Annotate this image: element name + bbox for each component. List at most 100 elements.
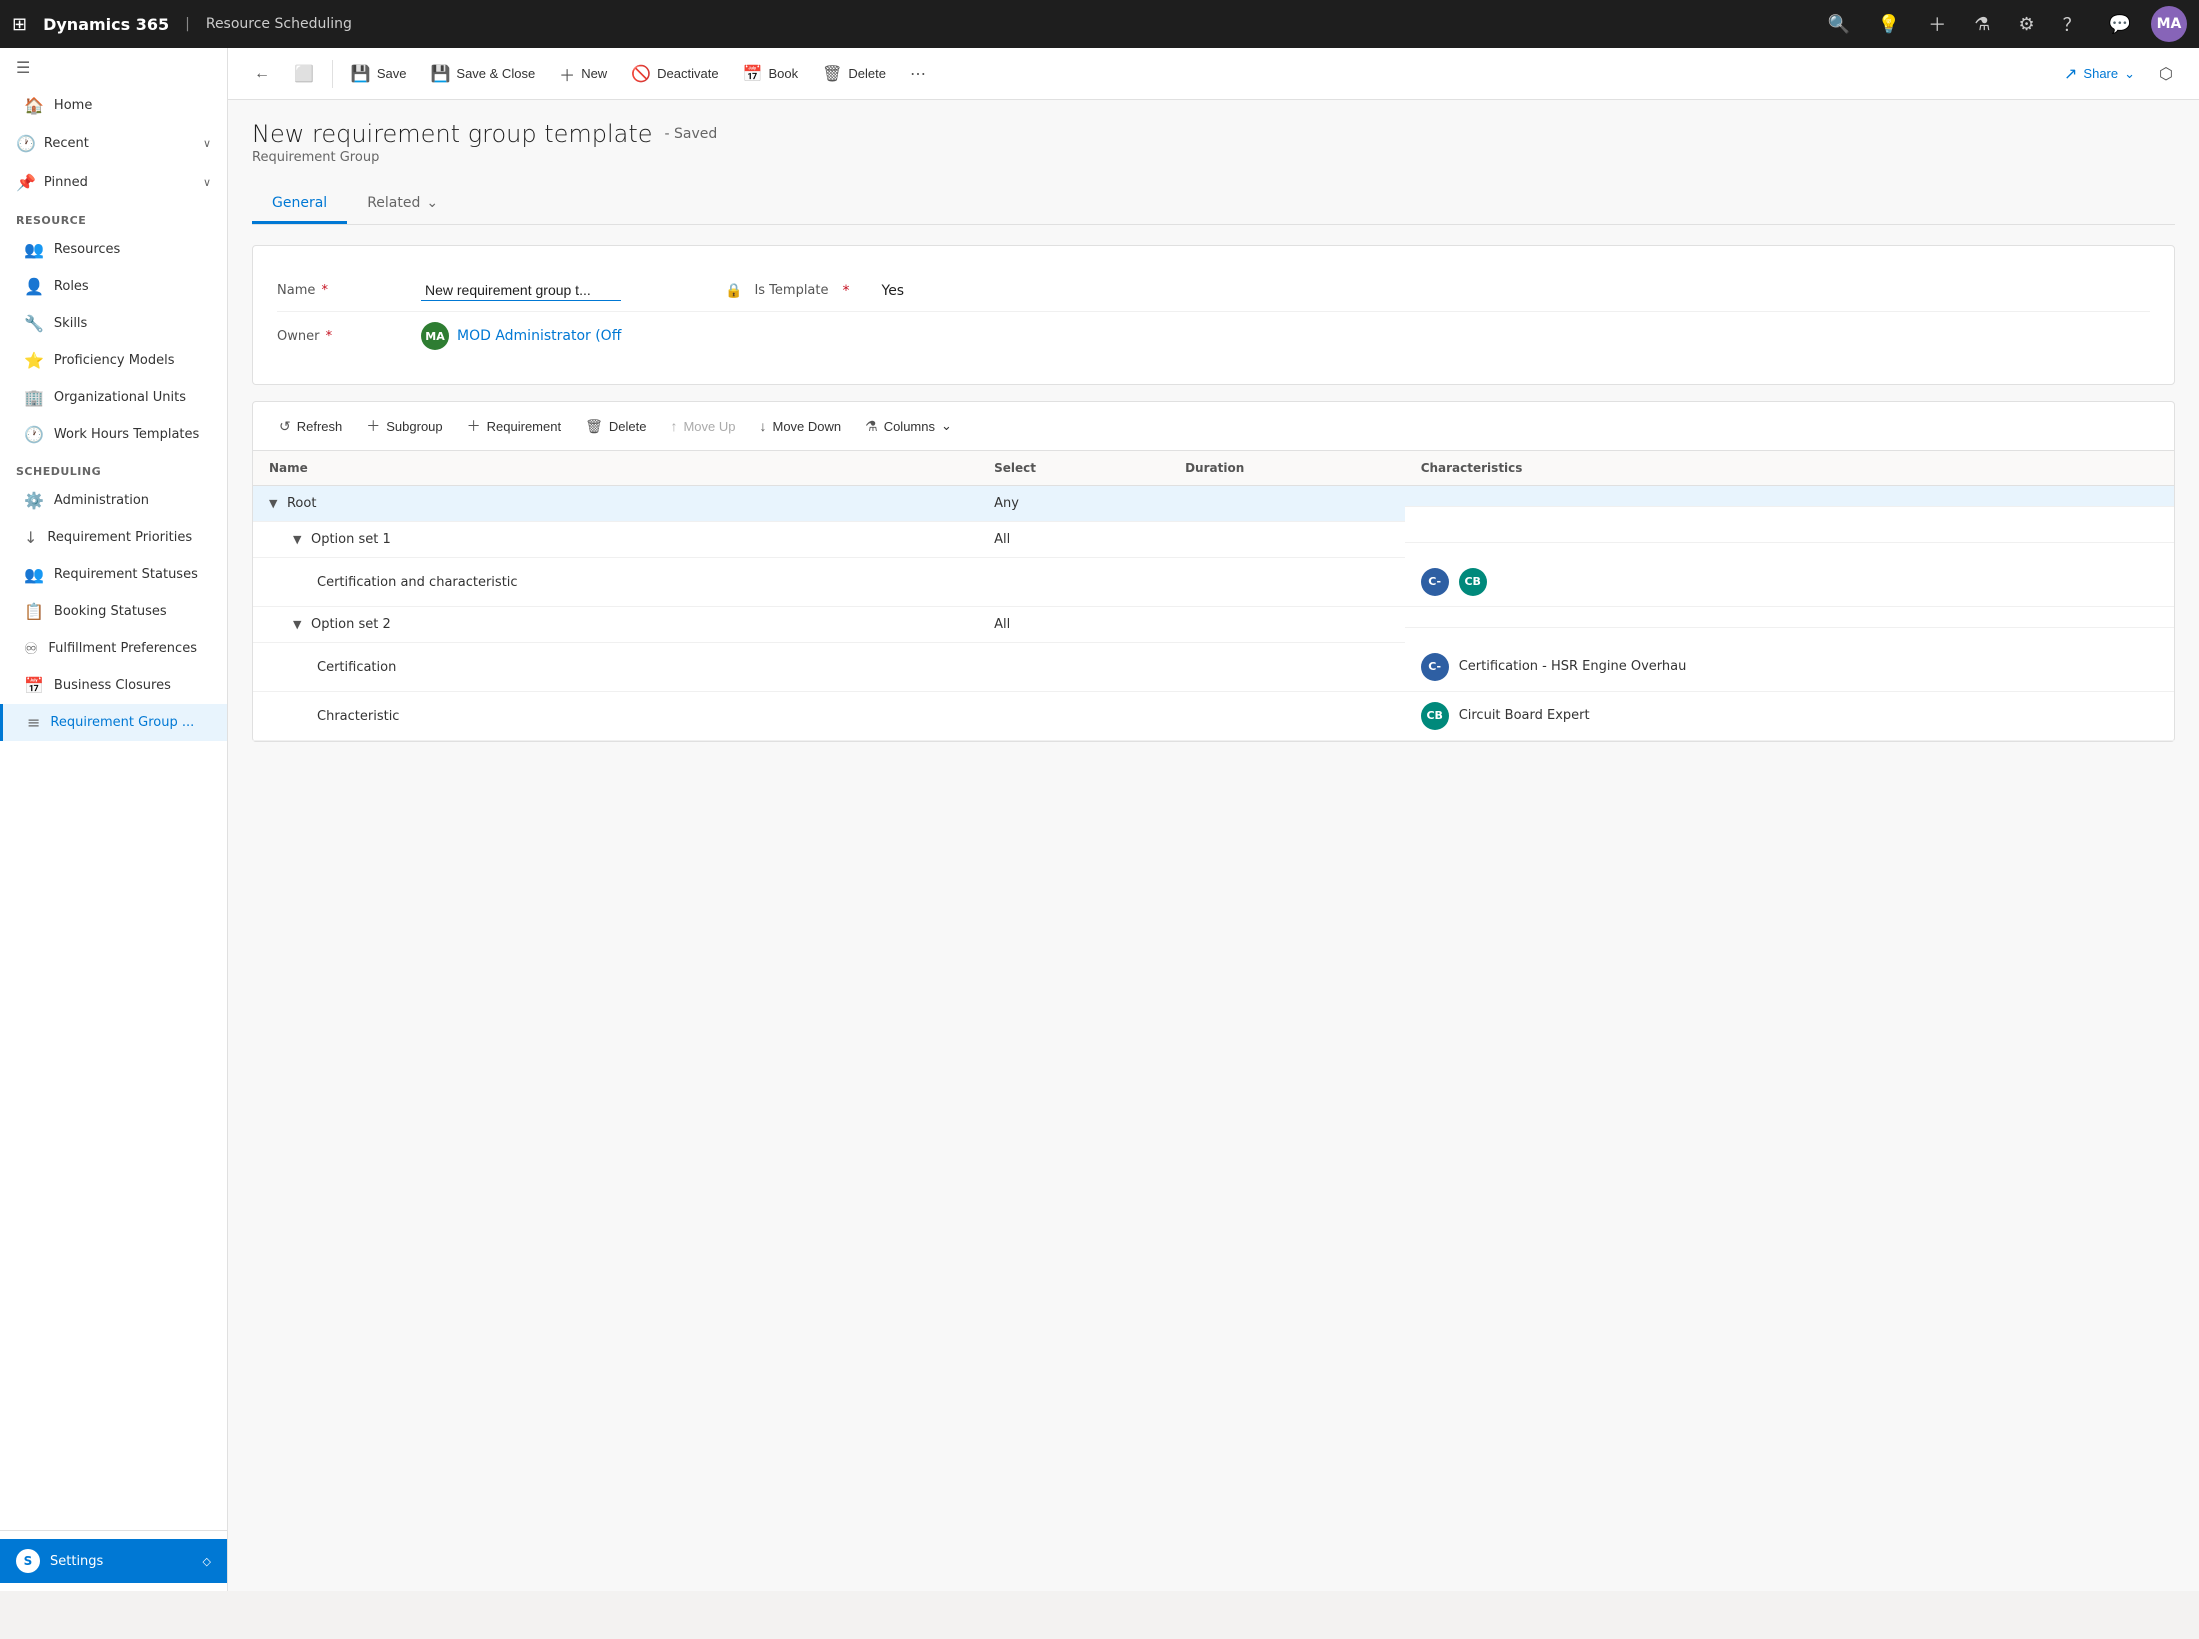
sidebar-item-requirement-statuses[interactable]: 👥 Requirement Statuses <box>0 556 227 593</box>
expand-icon[interactable]: ▼ <box>293 618 305 631</box>
back-button[interactable]: ← <box>244 59 280 89</box>
deactivate-icon: 🚫 <box>631 64 651 84</box>
sidebar-item-requirement-priorities[interactable]: ↓ Requirement Priorities <box>0 519 227 556</box>
row-name: Option set 1 <box>311 532 391 547</box>
save-close-button[interactable]: 💾 Save & Close <box>420 58 545 90</box>
expand-icon[interactable]: ▼ <box>269 497 281 510</box>
row-name: Certification and characteristic <box>317 575 518 590</box>
back-icon: ← <box>254 65 270 83</box>
table-row[interactable]: CertificationC-Certification - HSR Engin… <box>253 643 2174 692</box>
table-row[interactable]: ▼ Option set 2All <box>253 607 2174 643</box>
sidebar-item-administration[interactable]: ⚙️ Administration <box>0 482 227 519</box>
new-button[interactable]: ＋ New <box>549 56 617 92</box>
row-characteristics <box>1405 486 2174 507</box>
deactivate-button[interactable]: 🚫 Deactivate <box>621 58 728 90</box>
owner-row: Owner * MA MOD Administrator (Off <box>277 311 2150 360</box>
sidebar-item-work-hours-templates[interactable]: 🕐 Work Hours Templates <box>0 416 227 453</box>
row-name: Option set 2 <box>311 617 391 632</box>
sidebar-item-organizational-units[interactable]: 🏢 Organizational Units <box>0 379 227 416</box>
org-units-icon: 🏢 <box>24 388 44 407</box>
row-duration <box>1169 607 1405 643</box>
tab-general[interactable]: General <box>252 185 347 224</box>
book-icon: 📅 <box>743 64 763 84</box>
user-avatar[interactable]: MA <box>2151 6 2187 42</box>
filter-icon[interactable]: ⚗ <box>1966 10 1998 39</box>
tab-general-label: General <box>272 195 327 211</box>
page-title-text: New requirement group template <box>252 120 653 148</box>
move-down-button[interactable]: ↓ Move Down <box>749 412 851 440</box>
window-button[interactable]: ⬜ <box>284 58 324 90</box>
sidebar-proficiency-label: Proficiency Models <box>54 353 175 368</box>
table-row[interactable]: ▼ RootAny <box>253 486 2174 522</box>
subgroup-button[interactable]: ＋ Subgroup <box>356 410 452 442</box>
sidebar-item-skills[interactable]: 🔧 Skills <box>0 305 227 342</box>
grid-card: ↺ Refresh ＋ Subgroup ＋ Requirement 🗑 Del… <box>252 401 2175 742</box>
row-name: Certification <box>317 660 396 675</box>
sidebar-menu-toggle[interactable]: ☰ <box>0 48 227 87</box>
grid-toolbar: ↺ Refresh ＋ Subgroup ＋ Requirement 🗑 Del… <box>253 402 2174 451</box>
requirement-label: Requirement <box>487 419 561 434</box>
saved-badge: - Saved <box>665 126 718 142</box>
sidebar-item-booking-statuses[interactable]: 📋 Booking Statuses <box>0 593 227 630</box>
waffle-icon[interactable]: ⊞ <box>12 14 27 35</box>
requirement-button[interactable]: ＋ Requirement <box>457 410 571 442</box>
table-row[interactable]: Certification and characteristicC-CB <box>253 558 2174 607</box>
sidebar-fulfillment-label: Fulfillment Preferences <box>48 641 197 656</box>
sidebar-item-home[interactable]: 🏠 Home <box>0 87 227 124</box>
columns-button[interactable]: ⚗ Columns ⌄ <box>855 412 962 441</box>
search-icon[interactable]: 🔍 <box>1819 10 1857 39</box>
table-row[interactable]: ChracteristicCBCircuit Board Expert <box>253 692 2174 741</box>
owner-avatar: MA <box>421 322 449 350</box>
sidebar-item-roles[interactable]: 👤 Roles <box>0 268 227 305</box>
resource-section-header: Resource <box>0 202 227 231</box>
row-duration <box>1169 522 1405 558</box>
settings-icon[interactable]: ⚙ <box>2010 10 2042 39</box>
move-up-button[interactable]: ↑ Move Up <box>660 412 745 440</box>
more-button[interactable]: ⋯ <box>900 58 936 90</box>
sidebar-item-proficiency-models[interactable]: ⭐ Proficiency Models <box>0 342 227 379</box>
sidebar-skills-label: Skills <box>54 316 87 331</box>
command-bar: ← ⬜ 💾 Save 💾 Save & Close ＋ New 🚫 Deacti… <box>228 48 2199 100</box>
save-button[interactable]: 💾 Save <box>341 58 417 90</box>
plus-icon[interactable]: ＋ <box>1920 7 1954 41</box>
share-button[interactable]: ↗ Share ⌄ <box>2054 58 2145 90</box>
grid-delete-label: Delete <box>609 419 647 434</box>
sidebar-pinned-toggle[interactable]: 📌 Pinned ∨ <box>0 163 227 202</box>
lightbulb-icon[interactable]: 💡 <box>1870 10 1908 39</box>
expand-icon[interactable]: ▼ <box>293 533 305 546</box>
delete-button[interactable]: 🗑 Delete <box>812 58 896 90</box>
row-name: Chracteristic <box>317 709 399 724</box>
help-icon[interactable]: ？ <box>2055 7 2089 41</box>
sidebar-bottom: S Settings ◇ <box>0 1530 227 1591</box>
sidebar-org-units-label: Organizational Units <box>54 390 186 405</box>
settings-avatar: S <box>16 1549 40 1573</box>
recent-chevron-icon: ∨ <box>203 137 211 150</box>
sidebar-item-requirement-group[interactable]: ≡ Requirement Group ... <box>0 704 227 741</box>
pin-icon: 📌 <box>16 173 36 192</box>
tab-related[interactable]: Related ⌄ <box>347 185 458 224</box>
char-badge: CB <box>1421 702 1449 730</box>
owner-link[interactable]: MOD Administrator (Off <box>457 328 621 344</box>
sidebar: ☰ 🏠 Home 🕐 Recent ∨ 📌 Pinned ∨ Resource … <box>0 48 228 1591</box>
book-button[interactable]: 📅 Book <box>733 58 809 90</box>
sidebar-recent-toggle[interactable]: 🕐 Recent ∨ <box>0 124 227 163</box>
sidebar-item-resources[interactable]: 👥 Resources <box>0 231 227 268</box>
page-content: New requirement group template - Saved R… <box>228 100 2199 1591</box>
module-name: Resource Scheduling <box>206 16 352 32</box>
skills-icon: 🔧 <box>24 314 44 333</box>
sidebar-home-label: Home <box>54 98 92 113</box>
is-template-group: 🔒 Is Template * Yes <box>725 283 904 299</box>
grid-delete-button[interactable]: 🗑 Delete <box>575 412 656 441</box>
name-input[interactable] <box>421 280 621 301</box>
row-select <box>978 692 1169 741</box>
sidebar-item-business-closures[interactable]: 📅 Business Closures <box>0 667 227 704</box>
chat-icon[interactable]: 💬 <box>2101 10 2139 39</box>
data-table: Name Select Duration Characteristics ▼ R… <box>253 451 2174 741</box>
sidebar-settings-item[interactable]: S Settings ◇ <box>0 1539 227 1583</box>
popout-button[interactable]: ⬡ <box>2149 58 2183 90</box>
name-value <box>421 280 621 301</box>
sidebar-item-fulfillment-preferences[interactable]: ♾ Fulfillment Preferences <box>0 630 227 667</box>
table-row[interactable]: ▼ Option set 1All <box>253 522 2174 558</box>
columns-label: Columns <box>884 419 935 434</box>
refresh-button[interactable]: ↺ Refresh <box>269 412 352 441</box>
